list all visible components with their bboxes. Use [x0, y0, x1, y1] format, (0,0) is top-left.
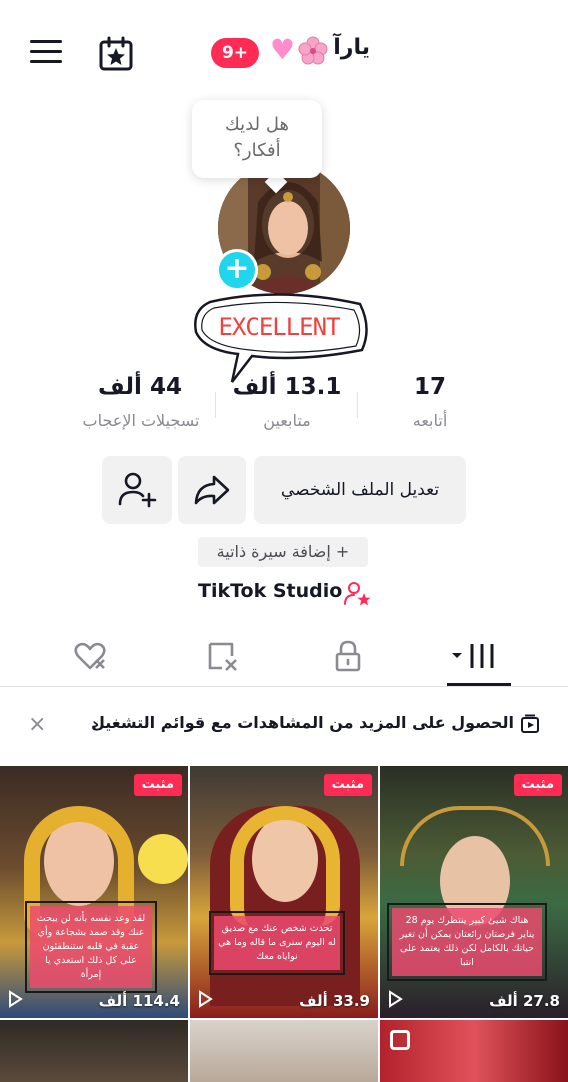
- video-tile[interactable]: [380, 1020, 568, 1082]
- video-tile[interactable]: مثبت هناك شيئ كبير ينتظرك يوم 28 يناير ف…: [380, 766, 568, 1018]
- bubble-line-1: هل لديك: [225, 114, 289, 135]
- photo-carousel-icon: [390, 1030, 410, 1050]
- video-tile[interactable]: [190, 1020, 378, 1082]
- tiktok-studio-link[interactable]: TikTok Studio: [198, 580, 342, 602]
- liked-videos-tab-icon[interactable]: [70, 636, 110, 676]
- notification-badge[interactable]: 9+: [211, 38, 259, 68]
- play-icon: [199, 990, 213, 1008]
- add-bio-button[interactable]: + إضافة سيرة ذاتية: [198, 537, 368, 567]
- ideas-bubble[interactable]: هل لديك أفكار؟: [192, 100, 322, 178]
- following-count[interactable]: 17: [395, 374, 465, 400]
- pinned-badge: مثبت: [323, 774, 372, 796]
- add-user-icon: [118, 472, 157, 508]
- view-count: 114.4 ألف: [98, 992, 180, 1010]
- video-thumbnail-sun: [138, 834, 188, 884]
- pinned-badge: مثبت: [513, 774, 562, 796]
- pink-heart-emoji: ♥: [269, 33, 295, 66]
- video-thumbnail-hair: [230, 806, 340, 926]
- videos-grid-tab-icon[interactable]: [450, 636, 498, 676]
- playlist-icon: [520, 714, 540, 734]
- excellent-sticker-text: EXCELLENT: [218, 313, 340, 341]
- hamburger-menu-icon[interactable]: [30, 40, 62, 66]
- private-videos-lock-icon[interactable]: [328, 636, 368, 676]
- bubble-line-2: أفكار؟: [233, 140, 281, 161]
- following-label[interactable]: أتابعه: [395, 411, 465, 430]
- edit-profile-button[interactable]: تعديل الملف الشخصي: [254, 456, 466, 524]
- play-icon: [389, 990, 403, 1008]
- calendar-star-icon[interactable]: [98, 36, 134, 72]
- followers-count[interactable]: 13.1 ألف: [232, 374, 342, 400]
- video-caption: لقد وعد نفسه بأنه لن يبحث عنك وقد صمد بش…: [25, 901, 157, 993]
- profile-username[interactable]: يارآ: [333, 35, 370, 60]
- video-caption: هناك شيئ كبير ينتظرك يوم 28 يناير فرصتان…: [387, 903, 547, 981]
- add-story-plus-icon[interactable]: +: [216, 249, 258, 291]
- video-caption: تحدث شخص عنك مع صديق له اليوم سنرى ما قا…: [209, 911, 345, 975]
- video-tile[interactable]: مثبت تحدث شخص عنك مع صديق له اليوم سنرى …: [190, 766, 378, 1018]
- tabs-divider: [0, 686, 568, 687]
- stat-divider: [215, 392, 216, 418]
- view-count: 27.8 ألف: [489, 992, 560, 1010]
- close-banner-icon[interactable]: ×: [28, 712, 46, 737]
- likes-label: تسجيلات الإعجاب: [82, 411, 200, 430]
- creator-star-icon[interactable]: [343, 580, 373, 608]
- video-tile[interactable]: [0, 1020, 188, 1082]
- video-thumbnail-crown: [400, 806, 550, 866]
- likes-count: 44 ألف: [98, 374, 182, 400]
- share-profile-button[interactable]: [178, 456, 246, 524]
- followers-label[interactable]: متابعين: [232, 411, 342, 430]
- video-tile[interactable]: مثبت لقد وعد نفسه بأنه لن يبحث عنك وقد ص…: [0, 766, 188, 1018]
- stat-divider: [357, 392, 358, 418]
- play-icon: [9, 990, 23, 1008]
- cherry-blossom-emoji: [298, 36, 328, 66]
- pinned-badge: مثبت: [133, 774, 182, 796]
- reposts-tab-icon[interactable]: [204, 636, 244, 676]
- playlist-banner-text[interactable]: الحصول على المزيد من المشاهدات مع قوائم …: [91, 713, 514, 732]
- view-count: 33.9 ألف: [299, 992, 370, 1010]
- add-friend-button[interactable]: [102, 456, 172, 524]
- share-arrow-icon: [194, 475, 230, 505]
